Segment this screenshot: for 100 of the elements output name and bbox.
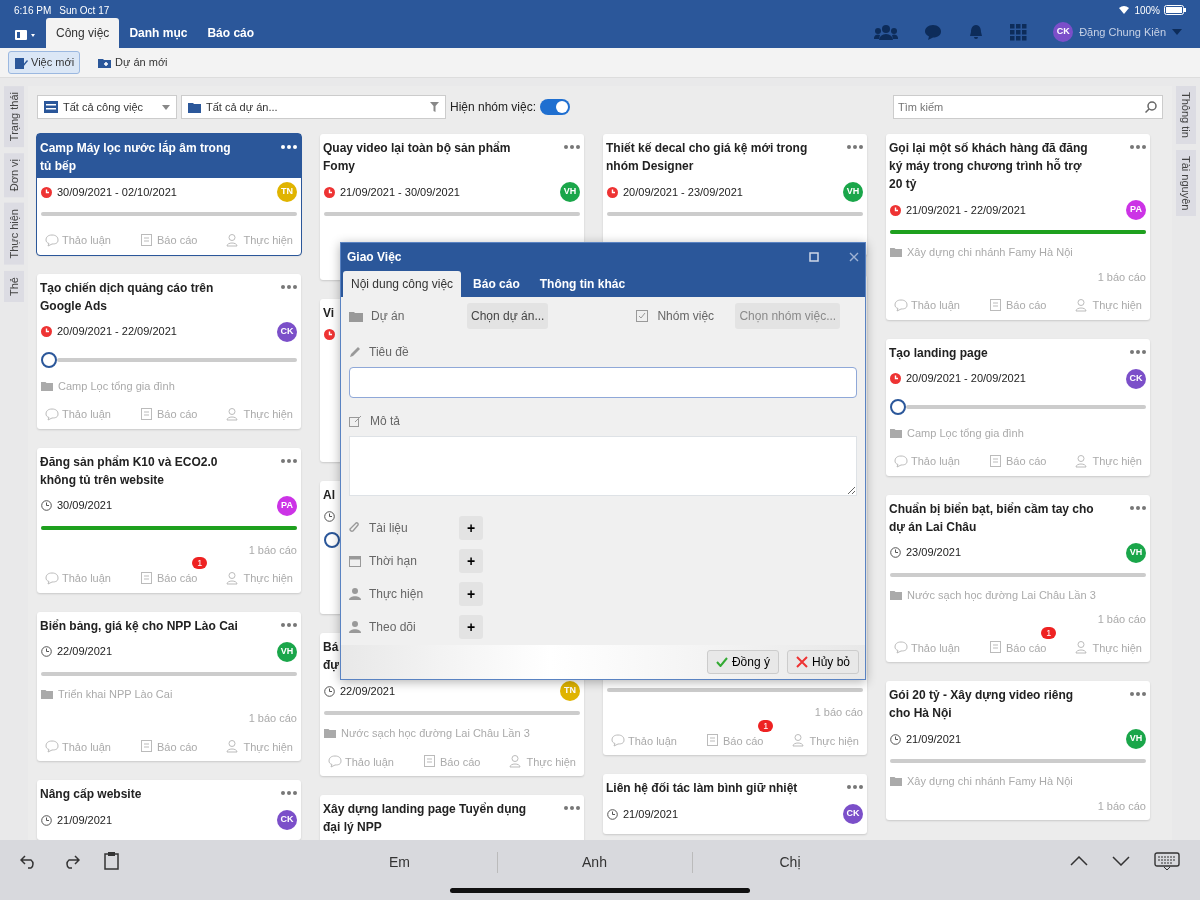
more-icon[interactable] xyxy=(281,791,297,795)
add-button[interactable]: + xyxy=(459,615,483,639)
task-filter-select[interactable]: Tất cả công việc xyxy=(37,95,177,119)
task-card[interactable]: Chuẩn bị biển bạt, biển cầm tay cho dự án Lai Châu 23/09/2021 VH Nước sạch học đường Lai Châu Lần 3 1 báo cáo Thảo luận Báo cáo 1 Thực hiện xyxy=(886,494,1150,662)
person-icon xyxy=(226,233,241,247)
more-icon[interactable] xyxy=(1130,505,1146,510)
card-title: Gói 20 tỷ - Xây dựng video riêng cho Hà Nội xyxy=(889,687,1075,722)
notification-badge: 1 xyxy=(1041,626,1057,639)
folder-icon xyxy=(890,247,902,258)
more-icon[interactable] xyxy=(281,284,297,289)
cancel-button[interactable]: Hủy bỏ xyxy=(786,650,859,674)
report-count: 1 báo cáo xyxy=(1096,798,1147,814)
check-icon xyxy=(715,657,728,667)
side-tab[interactable]: Thực hiện xyxy=(4,203,24,265)
add-button[interactable]: + xyxy=(459,549,483,573)
more-icon[interactable] xyxy=(1130,145,1146,149)
suggestion-word[interactable]: Em xyxy=(302,852,498,873)
progress-handle[interactable] xyxy=(41,351,57,368)
wifi-icon xyxy=(1118,5,1131,15)
clipboard-icon[interactable] xyxy=(104,852,120,870)
side-tab[interactable]: Tài nguyên xyxy=(1176,149,1196,217)
toggle-label: Hiện nhóm việc: xyxy=(450,99,537,116)
new-project-button[interactable]: Dự án mới xyxy=(92,51,174,74)
field-label: Dự án xyxy=(371,308,406,325)
person-icon xyxy=(792,734,807,748)
card-title: Gọi lại một số khách hàng đã đăng ký máy trong chương trình hỗ trợ 20 tỷ xyxy=(889,140,1089,193)
confirm-button[interactable]: Đồng ý xyxy=(706,650,779,674)
field-label: Thời hạn xyxy=(369,553,418,570)
title-input[interactable] xyxy=(349,367,857,398)
task-card[interactable]: Tạo chiến dịch quảng cáo trên Google Ads 20/09/2021 - 22/09/2021 CK Camp Lọc tổng gia đình Thảo luận Báo cáo Thực hiện xyxy=(37,273,301,429)
user-name[interactable]: Đặng Chung Kiên xyxy=(1079,23,1166,41)
card-title: Liên hệ đối tác làm bình giữ nhiệt xyxy=(606,780,798,797)
chevron-down-icon[interactable] xyxy=(1112,856,1130,866)
nav-tab[interactable]: Danh mục xyxy=(119,18,198,48)
assignee-avatar: VH xyxy=(843,182,863,202)
report-icon xyxy=(989,641,1003,655)
more-icon[interactable] xyxy=(847,145,863,149)
more-icon[interactable] xyxy=(1130,349,1146,354)
task-card[interactable]: Tạo landing page 20/09/2021 - 20/09/2021 CK Camp Lọc tổng gia đình Thảo luận Báo cáo Thực hiện xyxy=(886,338,1150,476)
chevron-up-icon[interactable] xyxy=(1070,856,1088,866)
task-card[interactable]: Camp Máy lọc nước lắp âm trong tủ bếp 30/09/2021 - 02/10/2021 TN Thảo luận Báo cáo Thực hiện xyxy=(37,134,301,255)
side-tab[interactable]: Thông tin xyxy=(1176,86,1196,144)
card-title: Chuẩn bị biển bạt, biển cầm tay cho dự án Lai Châu xyxy=(889,500,1094,536)
side-tab[interactable]: Trạng thái xyxy=(4,86,24,148)
task-card[interactable]: Gói 20 tỷ - Xây dựng video riêng cho Hà Nội 21/09/2021 VH Xây dựng chi nhánh Famy Hà Nội 1 báo cáo xyxy=(886,681,1150,820)
side-tab[interactable]: Thẻ xyxy=(4,270,24,302)
add-button[interactable]: + xyxy=(459,582,483,606)
assignee-avatar: TN xyxy=(560,681,580,701)
side-tab[interactable]: Đơn vị xyxy=(4,153,24,198)
task-card[interactable]: Liên hệ đối tác làm bình giữ nhiệt 21/09/2021 CK xyxy=(603,774,867,834)
field-label: Thực hiện xyxy=(369,586,425,603)
suggestion-word[interactable]: Anh xyxy=(497,852,693,873)
battery-icon xyxy=(1164,5,1186,15)
project-picker-button[interactable]: Chọn dự án... xyxy=(467,303,549,329)
report-count: 1 báo cáo xyxy=(1096,269,1147,285)
suggestion-word[interactable]: Chị xyxy=(692,852,888,873)
task-card[interactable]: Xây dựng landing page Tuyển dụng đại lý NPP xyxy=(320,795,584,840)
more-icon[interactable] xyxy=(281,622,297,627)
list-icon xyxy=(44,101,58,113)
task-card[interactable]: Đăng sản phẩm K10 và ECO2.0 không tủ trên website 30/09/2021 PA 1 báo cáo Thảo luận Báo cáo 1 Thực hiện xyxy=(37,447,301,593)
keyboard-icon[interactable] xyxy=(1154,852,1180,870)
field-label: Theo dõi xyxy=(369,619,417,636)
more-icon[interactable] xyxy=(1130,692,1146,696)
task-card[interactable]: Gọi lại một số khách hàng đã đăng ký máy trong chương trình hỗ trợ 20 tỷ 21/09/2021 - 22/09/2021 PA Xây dựng chi nhánh Famy Hà Nội 1 báo cáo Thảo luận Báo cáo Thực hiện xyxy=(886,134,1150,320)
nav-tab[interactable]: Công việc xyxy=(46,18,120,48)
folder-icon xyxy=(890,427,902,438)
group-toggle[interactable] xyxy=(540,99,571,115)
search-field[interactable]: Tìm kiếm xyxy=(893,95,1163,119)
person-icon xyxy=(226,740,241,754)
more-icon[interactable] xyxy=(281,145,297,149)
task-card[interactable]: Biển bảng, giá kệ cho NPP Lào Cai 22/09/2021 VH Triển khai NPP Lào Cai 1 báo cáo Thảo luận Báo cáo Thực hiện xyxy=(37,611,301,761)
close-icon[interactable] xyxy=(849,252,859,262)
report-icon xyxy=(706,734,720,748)
report-icon xyxy=(989,454,1003,468)
task-card[interactable]: Nâng cấp website 21/09/2021 CK xyxy=(37,780,301,840)
card-date: 30/09/2021 xyxy=(57,498,113,514)
nav-tab[interactable]: Báo cáo xyxy=(197,18,265,48)
more-icon[interactable] xyxy=(564,145,580,149)
more-icon[interactable] xyxy=(281,458,297,463)
project-filter-select[interactable]: Tất cả dự án... xyxy=(181,95,446,119)
add-button[interactable]: + xyxy=(459,516,483,540)
progress-handle[interactable] xyxy=(890,398,906,415)
report-count: 1 báo cáo xyxy=(813,705,864,720)
progress-handle[interactable] xyxy=(324,532,340,548)
chat-bubble-icon xyxy=(328,755,342,769)
card-title: Al xyxy=(323,487,335,504)
assignee-avatar: CK xyxy=(277,321,297,342)
new-task-button[interactable]: Việc mới xyxy=(8,51,81,74)
report-count: 1 báo cáo xyxy=(247,542,298,558)
sidebar-toggle-icon[interactable] xyxy=(14,28,38,42)
field-label: Tiêu đề xyxy=(369,344,409,361)
folder-icon xyxy=(890,589,902,600)
more-icon[interactable] xyxy=(847,785,863,789)
maximize-icon[interactable] xyxy=(809,252,819,262)
search-icon[interactable] xyxy=(1145,101,1157,113)
person-icon xyxy=(226,571,241,585)
assignee-avatar: VH xyxy=(560,182,580,202)
dialog-tab[interactable]: Nội dung công việc xyxy=(343,271,462,297)
card-date: 30/09/2021 - 02/10/2021 xyxy=(57,184,177,200)
more-icon[interactable] xyxy=(564,806,580,810)
